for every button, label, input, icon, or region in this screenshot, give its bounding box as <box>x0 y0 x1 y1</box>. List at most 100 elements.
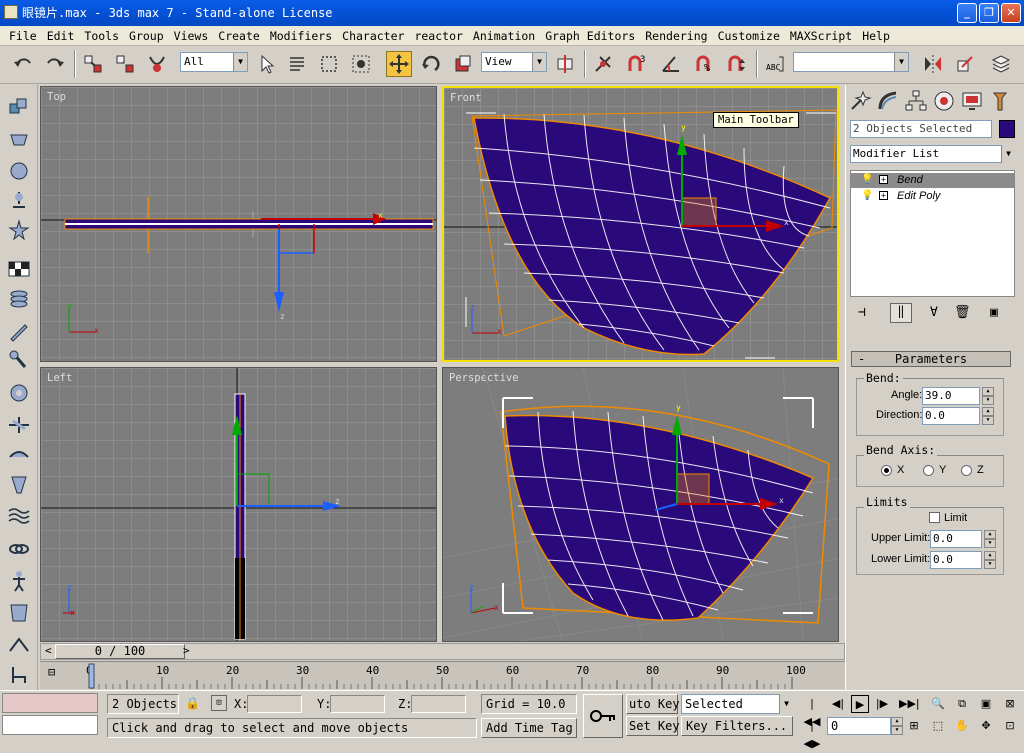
key-filters-button[interactable]: Key Filters... <box>681 716 793 736</box>
zoom-icon[interactable]: 🔍 <box>929 695 947 713</box>
select-and-manipulate-icon[interactable] <box>590 51 616 77</box>
menu-help[interactable]: Help <box>857 29 895 43</box>
utilities-panel-icon[interactable] <box>988 89 1012 113</box>
materials-tab-icon[interactable] <box>7 257 31 281</box>
menu-customize[interactable]: Customize <box>713 29 785 43</box>
percent-snap-icon[interactable]: % <box>692 51 718 77</box>
select-and-scale-icon[interactable] <box>450 51 476 77</box>
key-mode-toggle-icon[interactable]: |◀▶ <box>803 717 821 750</box>
angle-snap-toggle-icon[interactable] <box>658 51 684 77</box>
reference-coordinate-dropdown[interactable]: View ▼ <box>481 52 547 72</box>
utilities-tab-icon[interactable] <box>7 381 31 405</box>
axis-y-radio[interactable] <box>923 465 934 476</box>
menu-maxscript[interactable]: MAXScript <box>785 29 857 43</box>
time-slider-prev-icon[interactable]: < <box>45 644 52 657</box>
redo-icon[interactable] <box>42 51 68 77</box>
viewport-left[interactable]: Left z z x <box>40 367 437 642</box>
key-mode-dropdown[interactable]: Selected ▼ <box>681 694 793 714</box>
remove-modifier-icon[interactable]: 🗑 <box>954 305 971 320</box>
zoom-extents-all-icon[interactable]: ⊠ <box>1001 695 1019 713</box>
motion-panel-icon[interactable] <box>932 89 956 113</box>
menu-create[interactable]: Create <box>213 29 265 43</box>
selection-filter-dropdown[interactable]: All ▼ <box>180 52 248 72</box>
modifiers-tab-icon[interactable] <box>7 287 31 311</box>
select-and-link-icon[interactable] <box>80 51 106 77</box>
cloth-tab-icon[interactable] <box>7 601 31 625</box>
menu-tools[interactable]: Tools <box>79 29 124 43</box>
y-coord-field[interactable] <box>330 695 385 713</box>
3d-snap-toggle-icon[interactable]: 3 <box>624 51 650 77</box>
bulb-icon[interactable]: 💡 <box>861 190 873 201</box>
time-slider[interactable]: < 0 / 100 > <box>40 643 845 660</box>
effects-tab-icon[interactable] <box>7 413 31 437</box>
menu-modifiers[interactable]: Modifiers <box>265 29 337 43</box>
show-end-result-icon[interactable]: ‖ <box>890 303 912 323</box>
link-tab-icon[interactable] <box>7 537 31 561</box>
menu-animation[interactable]: Animation <box>468 29 540 43</box>
menu-graph-editors[interactable]: Graph Editors <box>540 29 640 43</box>
go-to-start-icon[interactable]: |◀◀ <box>803 695 821 728</box>
object-color-swatch[interactable] <box>999 120 1015 138</box>
select-and-rotate-icon[interactable] <box>418 51 444 77</box>
character-tab-icon[interactable] <box>7 569 31 593</box>
set-key-button[interactable]: Set Key <box>626 716 680 736</box>
undo-icon[interactable] <box>10 51 36 77</box>
layer-manager-icon[interactable] <box>988 51 1014 77</box>
bulb-icon[interactable]: 💡 <box>861 174 873 185</box>
pan-icon[interactable]: ✋ <box>953 717 971 735</box>
absolute-mode-icon[interactable]: ⊡ <box>211 695 227 711</box>
time-slider-thumb[interactable]: 0 / 100 <box>55 644 185 659</box>
bind-to-space-warp-icon[interactable] <box>144 51 170 77</box>
align-icon[interactable] <box>952 51 978 77</box>
arc-rotate-icon[interactable]: ✥ <box>977 717 995 735</box>
auto-key-button[interactable]: uto Key <box>626 694 680 714</box>
menu-edit[interactable]: Edit <box>42 29 80 43</box>
make-unique-icon[interactable]: ∀ <box>930 305 938 320</box>
previous-frame-icon[interactable]: ◀| <box>829 695 847 713</box>
zoom-extents-icon[interactable]: ▣ <box>977 695 995 713</box>
current-frame-spinner[interactable]: ▲ ▼ <box>891 717 903 735</box>
limit-checkbox[interactable] <box>929 512 940 523</box>
objects-tab-icon[interactable] <box>7 95 31 119</box>
select-and-move-icon[interactable] <box>386 51 412 77</box>
display-panel-icon[interactable] <box>960 89 984 113</box>
time-configuration-icon[interactable]: ⊞ <box>905 717 923 735</box>
wave-tab-icon[interactable] <box>7 503 31 527</box>
particles-tab-icon[interactable] <box>7 443 31 467</box>
menu-group[interactable]: Group <box>124 29 169 43</box>
time-slider-next-icon[interactable]: > <box>183 644 190 657</box>
parameters-rollout-header[interactable]: - Parameters <box>851 351 1011 367</box>
expand-icon[interactable]: + <box>879 175 888 184</box>
add-time-tag-button[interactable]: Add Time Tag <box>481 718 577 738</box>
rectangular-selection-icon[interactable] <box>316 51 342 77</box>
compounds-tab-icon[interactable] <box>7 159 31 183</box>
set-key-icon[interactable] <box>583 694 623 738</box>
play-icon[interactable]: ▶ <box>851 695 869 713</box>
object-name-field[interactable]: 2 Objects Selected <box>850 120 992 138</box>
create-panel-icon[interactable] <box>848 89 872 113</box>
spinner-snap-icon[interactable] <box>724 51 750 77</box>
axis-z-radio[interactable] <box>961 465 972 476</box>
viewport-perspective[interactable]: Perspective y x z x <box>442 367 839 642</box>
edit-tab-icon[interactable] <box>7 319 31 343</box>
menu-rendering[interactable]: Rendering <box>640 29 712 43</box>
zoom-all-icon[interactable]: ⧉ <box>953 695 971 713</box>
helpers-tab-icon[interactable] <box>7 219 31 243</box>
skin-tab-icon[interactable] <box>7 633 31 657</box>
region-zoom-icon[interactable]: ⬚ <box>929 717 947 735</box>
track-bar[interactable]: ⊟ 0102030405060708090100 <box>40 661 845 689</box>
go-to-end-icon[interactable]: ▶▶| <box>899 695 920 713</box>
menu-reactor[interactable]: reactor <box>409 29 467 43</box>
named-selection-dropdown[interactable]: ▼ <box>793 52 909 72</box>
stack-item-bend[interactable]: 💡 + Bend <box>851 173 1014 188</box>
axis-x-radio[interactable] <box>881 465 892 476</box>
menu-views[interactable]: Views <box>169 29 214 43</box>
modify-panel-icon[interactable] <box>876 89 900 113</box>
upper-limit-spinner[interactable]: ▲ ▼ <box>984 530 996 548</box>
menu-file[interactable]: File <box>4 29 42 43</box>
mirror-icon[interactable] <box>920 51 946 77</box>
x-coord-field[interactable] <box>247 695 302 713</box>
angle-input[interactable]: 39.0 <box>922 387 980 405</box>
app-icon[interactable] <box>4 5 18 19</box>
angle-spinner[interactable]: ▲ ▼ <box>982 387 994 405</box>
